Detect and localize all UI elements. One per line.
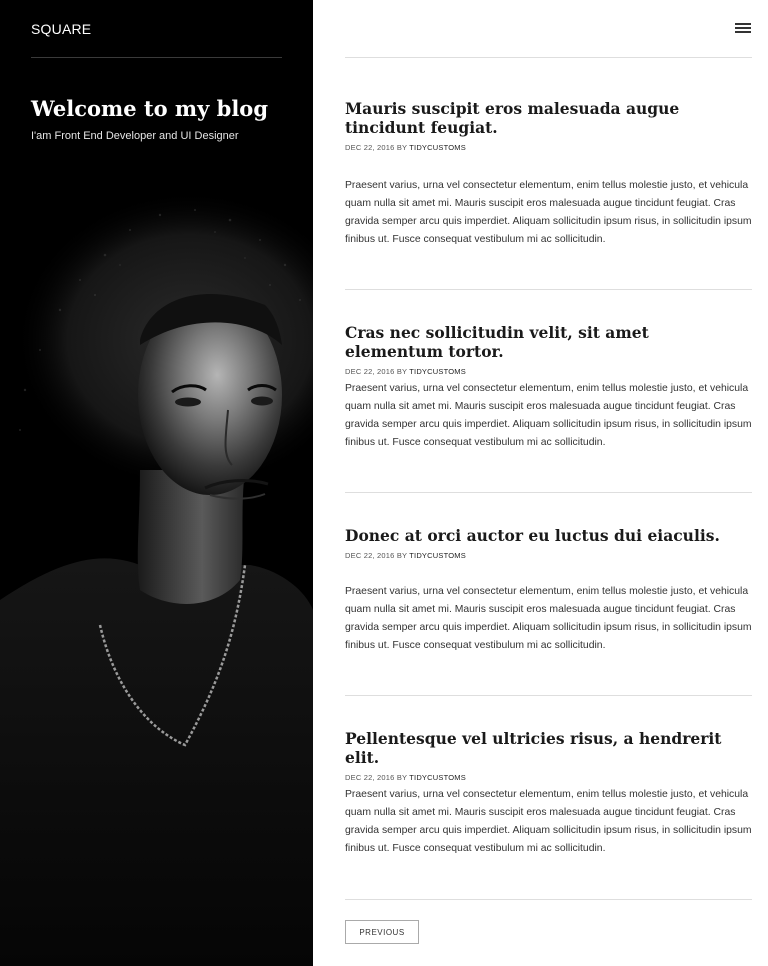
post-meta: DEC 22, 2016 BY TIDYCUSTOMS xyxy=(345,551,752,560)
header-divider xyxy=(345,57,752,58)
author-portrait xyxy=(0,190,313,966)
post-divider xyxy=(345,695,752,696)
post-author[interactable]: TIDYCUSTOMS xyxy=(409,551,466,560)
blog-tagline: I'am Front End Developer and UI Designer xyxy=(31,130,239,142)
post-by: BY xyxy=(396,367,408,376)
post-excerpt: Praesent varius, urna vel consectetur el… xyxy=(345,383,752,448)
post-title[interactable]: Cras nec sollicitudin velit, sit amet el… xyxy=(345,302,752,361)
sidebar-divider xyxy=(31,57,282,58)
post-date: DEC 22, 2016 xyxy=(345,143,395,152)
site-logo[interactable]: SQUARE xyxy=(31,21,91,37)
post-date: DEC 22, 2016 xyxy=(345,773,395,782)
post-author[interactable]: TIDYCUSTOMS xyxy=(409,367,466,376)
post-item: Pellentesque vel ultricies risus, a hend… xyxy=(345,708,752,911)
post-date: DEC 22, 2016 xyxy=(345,367,395,376)
post-excerpt: Praesent varius, urna vel consectetur el… xyxy=(345,789,752,854)
post-item: Mauris suscipit eros malesuada augue tin… xyxy=(345,99,752,302)
post-by: BY xyxy=(396,143,408,152)
post-by: BY xyxy=(396,773,408,782)
post-excerpt: Praesent varius, urna vel consectetur el… xyxy=(345,586,752,651)
post-meta: DEC 22, 2016 BY TIDYCUSTOMS xyxy=(345,367,752,376)
post-title[interactable]: Donec at orci auctor eu luctus dui eiacu… xyxy=(345,505,752,545)
post-meta: DEC 22, 2016 BY TIDYCUSTOMS xyxy=(345,773,752,782)
post-item: Donec at orci auctor eu luctus dui eiacu… xyxy=(345,505,752,708)
sidebar: SQUARE Welcome to my blog I'am Front End… xyxy=(0,0,313,966)
previous-button[interactable]: PREVIOUS xyxy=(345,920,419,944)
post-by: BY xyxy=(396,551,408,560)
post-author[interactable]: TIDYCUSTOMS xyxy=(409,143,466,152)
post-divider xyxy=(345,492,752,493)
post-title[interactable]: Pellentesque vel ultricies risus, a hend… xyxy=(345,708,752,767)
pagination-divider xyxy=(345,899,752,900)
post-title[interactable]: Mauris suscipit eros malesuada augue tin… xyxy=(345,99,752,137)
post-date: DEC 22, 2016 xyxy=(345,551,395,560)
post-item: Cras nec sollicitudin velit, sit amet el… xyxy=(345,302,752,505)
post-excerpt: Praesent varius, urna vel consectetur el… xyxy=(345,180,752,245)
post-divider xyxy=(345,289,752,290)
post-author[interactable]: TIDYCUSTOMS xyxy=(409,773,466,782)
blog-title: Welcome to my blog xyxy=(31,96,268,121)
post-meta: DEC 22, 2016 BY TIDYCUSTOMS xyxy=(345,143,752,152)
hamburger-menu-icon[interactable] xyxy=(735,23,753,35)
